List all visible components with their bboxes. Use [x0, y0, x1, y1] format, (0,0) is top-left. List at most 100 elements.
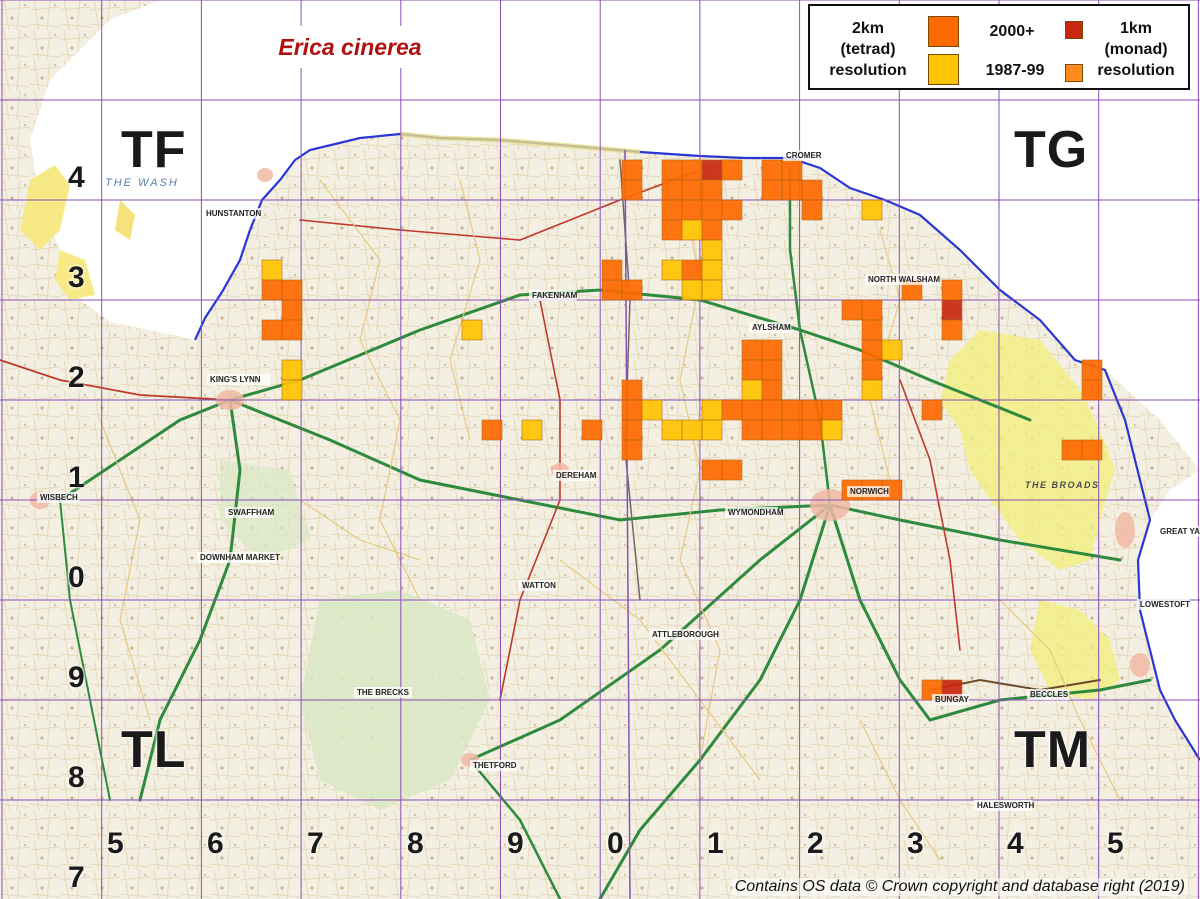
place-label: BECCLES — [1030, 690, 1069, 699]
legend-period-old: 1987-99 — [985, 62, 1045, 79]
tetrad-record-recent — [741, 399, 763, 421]
place-label: AYLSHAM — [752, 323, 791, 332]
easting-label: 0 — [607, 827, 624, 860]
tetrad-record-recent — [681, 259, 703, 281]
easting-label: 2 — [807, 827, 824, 860]
place-label: WATTON — [522, 581, 556, 590]
tetrad-record-old — [641, 399, 663, 421]
tetrad-record-recent — [281, 319, 303, 341]
tetrad-record-recent — [781, 419, 803, 441]
place-label: KING'S LYNN — [210, 375, 261, 384]
tetrad-record-recent — [261, 279, 283, 301]
tetrad-record-old — [281, 359, 303, 381]
monad-record-cell — [701, 159, 723, 181]
easting-label: 5 — [1107, 827, 1124, 860]
place-label: DOWNHAM MARKET — [200, 553, 280, 562]
tetrad-record-old — [701, 259, 723, 281]
tetrad-record-recent — [621, 379, 643, 401]
tetrad-record-recent — [701, 199, 723, 221]
tetrad-record-recent — [761, 159, 783, 181]
legend-swatch-monad-orange — [1065, 64, 1083, 82]
tetrad-record-recent — [621, 179, 643, 201]
tetrad-record-recent — [621, 439, 643, 461]
place-label: BUNGAY — [935, 695, 970, 704]
place-label: WYMONDHAM — [728, 508, 784, 517]
tetrad-record-recent — [1081, 359, 1103, 381]
place-label: FAKENHAM — [532, 291, 578, 300]
legend-monad-line-1: 1km — [1119, 20, 1153, 37]
tetrad-record-old — [881, 339, 903, 361]
place-label: NORWICH — [850, 487, 889, 496]
legend-swatch-old — [928, 54, 959, 85]
tetrad-record-old — [681, 279, 703, 301]
tetrad-record-recent — [801, 399, 823, 421]
tetrad-record-recent — [861, 319, 883, 341]
tetrad-record-old — [701, 399, 723, 421]
place-label: DEREHAM — [556, 471, 597, 480]
tetrad-record-old — [701, 279, 723, 301]
tetrad-record-recent — [661, 159, 683, 181]
grid-square-label-tf: TF — [121, 121, 187, 179]
tetrad-record-recent — [841, 299, 863, 321]
tetrad-record-recent — [721, 159, 743, 181]
tetrad-record-recent — [761, 419, 783, 441]
northing-label: 7 — [68, 861, 85, 894]
tetrad-record-old — [261, 259, 283, 281]
easting-label: 6 — [207, 827, 224, 860]
the-broads-label: THE BROADS — [1025, 480, 1100, 490]
legend-monad-line-3: resolution — [1097, 62, 1175, 79]
tetrad-record-recent — [861, 339, 883, 361]
tetrad-record-recent — [661, 199, 683, 221]
legend-tetrad-label: 2km (tetrad) resolution — [820, 18, 916, 81]
species-title: Erica cinerea — [205, 26, 495, 68]
tetrad-record-recent — [661, 179, 683, 201]
tetrad-record-old — [681, 219, 703, 241]
tetrad-record-recent — [861, 359, 883, 381]
tetrad-record-recent — [781, 179, 803, 201]
legend-tetrad-line-1: 2km — [851, 20, 885, 37]
legend-swatch-recent — [928, 16, 959, 47]
tetrad-record-recent — [481, 419, 503, 441]
grid-square-label-tg: TG — [1014, 121, 1089, 179]
place-label: ATTLEBOROUGH — [652, 630, 719, 639]
northing-label: 8 — [68, 761, 85, 794]
tetrad-record-recent — [681, 179, 703, 201]
tetrad-record-old — [681, 419, 703, 441]
legend-monad-line-2: (monad) — [1104, 41, 1168, 58]
tetrad-record-old — [661, 419, 683, 441]
tetrad-record-recent — [621, 279, 643, 301]
northing-label: 1 — [68, 461, 85, 494]
tetrad-record-recent — [681, 199, 703, 221]
map-frame: HUNSTANTON KING'S LYNN FAKENHAM DEREHAM CROM… — [0, 0, 1200, 899]
tetrad-record-recent — [601, 259, 623, 281]
easting-label: 8 — [407, 827, 424, 860]
northing-label: 3 — [68, 261, 85, 294]
tetrad-record-recent — [741, 419, 763, 441]
tetrad-record-recent — [261, 319, 283, 341]
easting-label: 1 — [707, 827, 724, 860]
tetrad-record-old — [661, 259, 683, 281]
place-label: LOWESTOFT — [1140, 600, 1190, 609]
grid-square-label-tm: TM — [1014, 721, 1092, 779]
tetrad-record-recent — [761, 399, 783, 421]
tetrad-record-old — [701, 419, 723, 441]
legend-tetrad-line-2: (tetrad) — [840, 41, 896, 58]
tetrad-record-old — [281, 379, 303, 401]
place-label: THE BRECKS — [357, 688, 410, 697]
tetrad-record-recent — [781, 159, 803, 181]
tetrad-record-recent — [581, 419, 603, 441]
monad-record-cell — [941, 299, 963, 321]
tetrad-record-recent — [1081, 439, 1103, 461]
tetrad-record-recent — [941, 319, 963, 341]
northing-label: 9 — [68, 661, 85, 694]
easting-label: 3 — [907, 827, 924, 860]
tetrad-record-recent — [801, 179, 823, 201]
easting-label: 5 — [107, 827, 124, 860]
northing-label: 2 — [68, 361, 85, 394]
tetrad-record-recent — [281, 279, 303, 301]
easting-label: 7 — [307, 827, 324, 860]
grid-square-label-tl: TL — [121, 721, 187, 779]
tetrad-record-recent — [801, 199, 823, 221]
tetrad-record-recent — [601, 279, 623, 301]
legend-tetrad-line-3: resolution — [829, 62, 907, 79]
